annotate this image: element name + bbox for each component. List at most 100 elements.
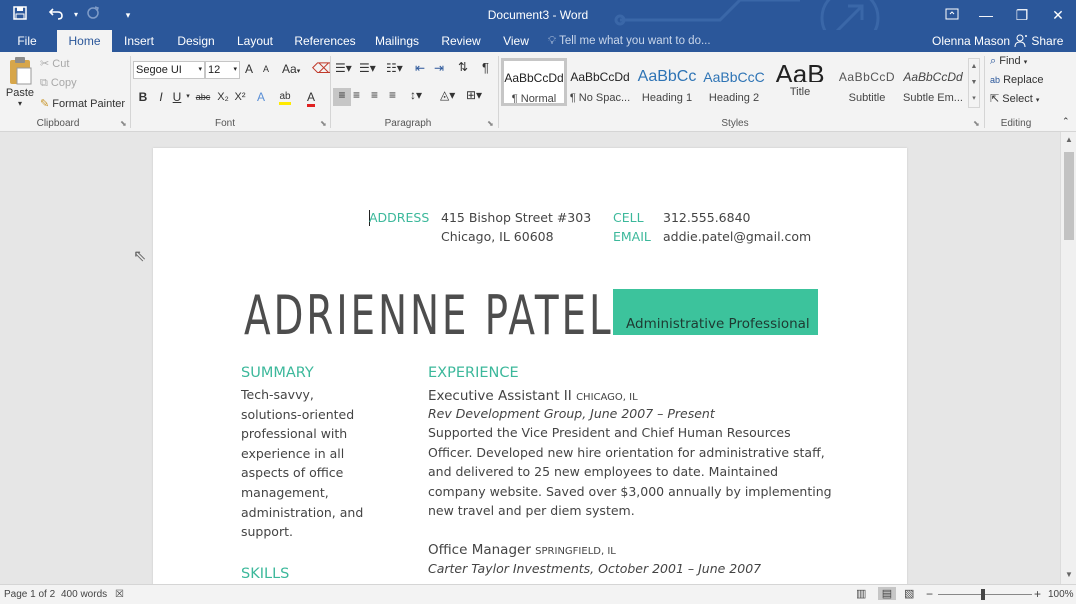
tab-references[interactable]: References: [290, 30, 360, 52]
minimize-button[interactable]: —: [968, 0, 1004, 30]
align-left-icon[interactable]: ≡: [333, 88, 351, 106]
font-group-label: Font: [214, 118, 235, 129]
font-color-icon[interactable]: A: [302, 88, 320, 107]
restore-button[interactable]: ❐: [1004, 0, 1040, 30]
summary-line: Tech-savvy,: [241, 387, 314, 402]
find-button[interactable]: ⌕ Find ▾: [990, 55, 1027, 68]
change-case-button[interactable]: Aa▾: [282, 62, 300, 76]
strikethrough-button[interactable]: abc: [193, 88, 213, 106]
superscript-button[interactable]: X²: [231, 88, 249, 106]
word-count[interactable]: 400 words: [61, 589, 107, 600]
summary-heading: SUMMARY: [241, 365, 314, 381]
page-count[interactable]: Page 1 of 2: [4, 589, 55, 600]
style-no-spacing[interactable]: AaBbCcDd ¶ No Spac...: [567, 58, 633, 106]
tab-layout[interactable]: Layout: [230, 30, 280, 52]
styles-launcher-icon[interactable]: ⬊: [973, 119, 980, 128]
style-sample: AaBbCcD: [838, 70, 896, 84]
style-name: Title: [789, 86, 811, 98]
zoom-level[interactable]: 100%: [1048, 589, 1074, 600]
multilevel-list-icon[interactable]: ☷▾: [386, 61, 403, 75]
style-name: ¶ Normal: [511, 93, 557, 105]
ribbon: Paste ▾ ✂ Cut ⧉ Copy ✎ Format Painter Cl…: [0, 52, 1076, 132]
subscript-button[interactable]: X₂: [214, 88, 232, 106]
cell-label: CELL: [613, 210, 644, 225]
tab-review[interactable]: Review: [436, 30, 486, 52]
paste-button[interactable]: Paste ▾: [5, 56, 35, 108]
show-formatting-icon[interactable]: ¶: [482, 60, 489, 75]
paragraph-launcher-icon[interactable]: ⬊: [487, 119, 494, 128]
align-right-icon[interactable]: ≡: [371, 88, 378, 102]
style-heading-2[interactable]: AaBbCcC Heading 2: [701, 58, 767, 106]
read-mode-icon[interactable]: ▥: [856, 587, 866, 600]
paste-dropdown-icon[interactable]: ▾: [5, 99, 35, 108]
sort-icon[interactable]: ⇅: [458, 60, 468, 74]
highlight-color-icon[interactable]: ab: [276, 88, 294, 106]
find-label: Find: [999, 55, 1021, 67]
paste-label: Paste: [5, 87, 35, 99]
font-size-select[interactable]: 12 ▾: [205, 61, 240, 79]
shrink-font-button[interactable]: A: [263, 64, 269, 74]
share-button[interactable]: Share: [1014, 30, 1076, 52]
zoom-slider[interactable]: [938, 594, 1032, 595]
bullets-icon[interactable]: ☰▾: [335, 61, 352, 75]
ribbon-display-options-icon[interactable]: [934, 0, 970, 30]
tab-insert[interactable]: Insert: [118, 30, 160, 52]
style-normal[interactable]: AaBbCcDd ¶ Normal: [501, 58, 567, 106]
text-effects-icon[interactable]: A: [252, 88, 270, 106]
scroll-down-icon[interactable]: ▼: [1061, 570, 1076, 579]
styles-gallery-scroll[interactable]: ▲ ▼ ▾: [968, 58, 980, 108]
web-layout-icon[interactable]: ▧: [904, 587, 914, 600]
clear-formatting-icon[interactable]: ⌫: [312, 60, 332, 77]
vertical-scrollbar[interactable]: ▲ ▼: [1060, 132, 1076, 584]
style-name: Heading 1: [641, 92, 693, 104]
style-subtle-emphasis[interactable]: AaBbCcDd Subtle Em...: [900, 58, 966, 106]
collapse-ribbon-icon[interactable]: ⌃: [1062, 116, 1070, 127]
tab-mailings[interactable]: Mailings: [368, 30, 426, 52]
document-page[interactable]: ADDRESS 415 Bishop Street #303 Chicago, …: [153, 148, 907, 584]
clipboard-launcher-icon[interactable]: ⬊: [120, 119, 127, 128]
job-1-description: Supported the Vice President and Chief H…: [428, 423, 832, 521]
proofing-icon[interactable]: ☒: [115, 589, 124, 600]
align-center-icon[interactable]: ≡: [353, 88, 360, 102]
numbering-icon[interactable]: ☰▾: [359, 61, 376, 75]
document-area: ADDRESS 415 Bishop Street #303 Chicago, …: [0, 132, 1060, 584]
borders-icon[interactable]: ⊞▾: [466, 88, 482, 102]
justify-icon[interactable]: ≡: [389, 88, 396, 102]
copy-button[interactable]: ⧉ Copy: [40, 77, 77, 90]
tab-file[interactable]: File: [8, 30, 46, 52]
underline-dropdown-icon[interactable]: ▾: [183, 88, 193, 106]
scroll-up-icon[interactable]: ▲: [1061, 135, 1076, 144]
job-1-desc-line: Supported the Vice President and Chief H…: [428, 425, 791, 440]
font-launcher-icon[interactable]: ⬊: [320, 119, 327, 128]
style-heading-1[interactable]: AaBbCc Heading 1: [634, 58, 700, 106]
person-icon: [1014, 34, 1031, 48]
user-account[interactable]: Olenna Mason: [932, 30, 1010, 52]
copy-label: Copy: [50, 77, 77, 89]
print-layout-icon[interactable]: ▤: [878, 587, 896, 600]
format-painter-button[interactable]: ✎ Format Painter: [40, 97, 125, 110]
grow-font-button[interactable]: A: [245, 62, 253, 76]
scroll-thumb[interactable]: [1064, 152, 1074, 240]
style-sample: AaBbCcC: [703, 69, 765, 85]
close-button[interactable]: ✕: [1040, 0, 1076, 30]
change-case-label: Aa: [282, 62, 297, 76]
decrease-indent-icon[interactable]: ⇤: [415, 61, 425, 75]
tab-home[interactable]: Home: [57, 30, 112, 52]
select-button[interactable]: ⇱ Select ▾: [990, 92, 1039, 105]
zoom-out-button[interactable]: −: [926, 587, 933, 601]
style-subtitle[interactable]: AaBbCcD Subtitle: [834, 58, 900, 106]
style-title[interactable]: AaB Title: [767, 58, 833, 106]
job-title-banner: Administrative Professional: [613, 289, 818, 335]
bold-button[interactable]: B: [134, 88, 152, 106]
increase-indent-icon[interactable]: ⇥: [434, 61, 444, 75]
tab-design[interactable]: Design: [170, 30, 222, 52]
zoom-slider-thumb[interactable]: [981, 589, 985, 600]
replace-button[interactable]: ab Replace: [990, 74, 1043, 86]
shading-icon[interactable]: ◬▾: [440, 88, 455, 102]
cut-button[interactable]: ✂ Cut: [40, 57, 69, 70]
tell-me-box[interactable]: 💡︎ Tell me what you want to do...: [548, 30, 711, 52]
zoom-in-button[interactable]: +: [1034, 587, 1041, 601]
line-spacing-icon[interactable]: ↕▾: [410, 88, 422, 102]
tab-view[interactable]: View: [496, 30, 536, 52]
font-family-select[interactable]: Segoe UI ▾: [133, 61, 205, 79]
